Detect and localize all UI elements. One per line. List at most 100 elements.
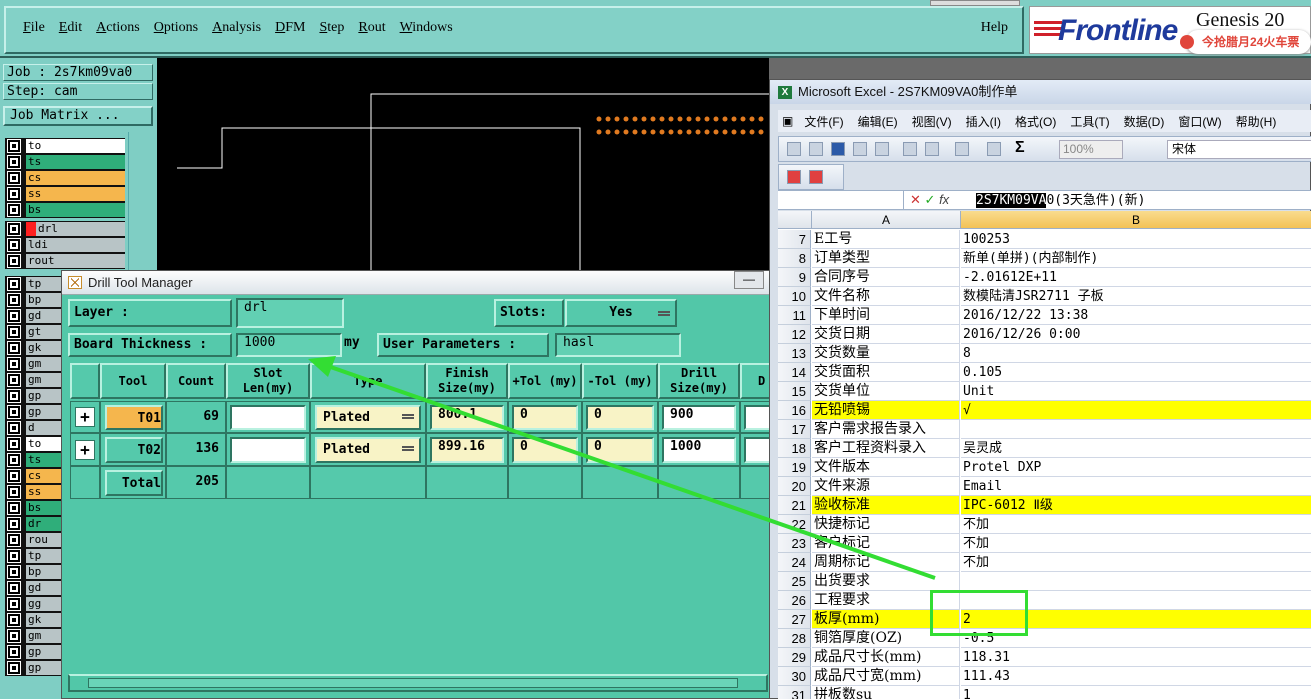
- excel-menu-window[interactable]: 窗口(W): [1171, 113, 1228, 130]
- layer-checkbox[interactable]: [7, 373, 21, 387]
- layer-checkbox[interactable]: [7, 254, 21, 268]
- cell-a[interactable]: 快捷标记: [812, 515, 960, 534]
- excel-menu-edit[interactable]: 编辑(E): [851, 113, 905, 130]
- spelling-icon[interactable]: [955, 142, 969, 156]
- layer-row[interactable]: gd: [5, 580, 61, 596]
- cell-b[interactable]: Email: [961, 477, 1311, 496]
- cell-b[interactable]: 不加: [961, 534, 1311, 553]
- menu-rout[interactable]: Rout: [351, 20, 392, 36]
- layer-checkbox[interactable]: [7, 517, 21, 531]
- layer-checkbox[interactable]: [7, 187, 21, 201]
- menu-options[interactable]: Options: [147, 20, 205, 36]
- header-type[interactable]: Type: [310, 363, 426, 399]
- layer-checkbox[interactable]: [7, 139, 21, 153]
- type-select[interactable]: Plated: [315, 405, 421, 430]
- permission-icon[interactable]: [853, 142, 867, 156]
- row-header[interactable]: 31: [778, 686, 811, 699]
- menu-actions[interactable]: Actions: [89, 20, 147, 36]
- layer-row[interactable]: gk: [5, 612, 61, 628]
- print-preview-icon[interactable]: [925, 142, 939, 156]
- select-all-corner[interactable]: [778, 211, 812, 229]
- cell-a[interactable]: 客户工程资料录入: [812, 439, 960, 458]
- menu-help[interactable]: Help: [981, 20, 1008, 36]
- column-header-b[interactable]: B: [961, 211, 1311, 229]
- layer-row[interactable]: gm: [5, 356, 61, 372]
- row-header[interactable]: 19: [778, 458, 811, 477]
- cell-a[interactable]: 成品尺寸长(mm): [812, 648, 960, 667]
- row-header[interactable]: 14: [778, 363, 811, 382]
- print-icon[interactable]: [903, 142, 917, 156]
- layer-checkbox[interactable]: [7, 645, 21, 659]
- layer-checkbox[interactable]: [7, 437, 21, 451]
- cell-b[interactable]: 数模陆清JSR2711 子板: [961, 287, 1311, 306]
- cell-a[interactable]: E工号: [812, 230, 960, 249]
- layer-checkbox[interactable]: [7, 155, 21, 169]
- row-header[interactable]: 25: [778, 572, 811, 591]
- layer-row[interactable]: gg: [5, 596, 61, 612]
- layer-row[interactable]: gp: [5, 644, 61, 660]
- minus-tol-input[interactable]: 0: [586, 437, 654, 463]
- cell-a[interactable]: 出货要求: [812, 572, 960, 591]
- layer-row[interactable]: dr: [5, 516, 61, 532]
- row-header[interactable]: 30: [778, 667, 811, 686]
- layer-checkbox[interactable]: [7, 357, 21, 371]
- layer-row[interactable]: bs: [5, 202, 125, 218]
- layer-checkbox[interactable]: [7, 661, 21, 675]
- layer-checkbox[interactable]: [7, 203, 21, 217]
- excel-menu-format[interactable]: 格式(O): [1008, 113, 1063, 130]
- menu-edit[interactable]: Edit: [52, 20, 89, 36]
- row-header[interactable]: 7: [778, 230, 811, 249]
- layer-checkbox[interactable]: [7, 421, 21, 435]
- layer-checkbox[interactable]: [7, 453, 21, 467]
- cell-b[interactable]: Protel DXP: [961, 458, 1311, 477]
- layer-row[interactable]: gk: [5, 340, 61, 356]
- layer-row[interactable]: drl: [5, 221, 125, 237]
- header-minus-tol[interactable]: -Tol (my): [582, 363, 658, 399]
- layer-checkbox[interactable]: [7, 549, 21, 563]
- layer-checkbox[interactable]: [7, 309, 21, 323]
- header-count[interactable]: Count: [166, 363, 226, 399]
- cancel-icon[interactable]: ✕: [910, 192, 921, 207]
- header-plus-tol[interactable]: +Tol (my): [508, 363, 582, 399]
- tool-button-t02[interactable]: T02: [105, 437, 163, 463]
- row-header[interactable]: 10: [778, 287, 811, 306]
- row-header[interactable]: 21: [778, 496, 811, 515]
- cell-b[interactable]: 100253: [961, 230, 1311, 249]
- menu-file[interactable]: File: [16, 20, 52, 36]
- cell-a[interactable]: 交货单位: [812, 382, 960, 401]
- cell-a[interactable]: 拼板数su: [812, 686, 960, 699]
- layer-row[interactable]: ldi: [5, 237, 125, 253]
- cell-a[interactable]: 验收标准: [812, 496, 960, 515]
- layer-row[interactable]: cs: [5, 170, 125, 186]
- fx-icon[interactable]: fx: [939, 192, 949, 207]
- layer-checkbox[interactable]: [7, 597, 21, 611]
- layer-scrollbar[interactable]: [128, 132, 154, 272]
- layer-row[interactable]: gt: [5, 324, 61, 340]
- layer-checkbox[interactable]: [7, 581, 21, 595]
- layer-row[interactable]: ts: [5, 154, 125, 170]
- cell-b[interactable]: [961, 572, 1311, 591]
- excel-menu-file[interactable]: 文件(F): [797, 113, 850, 130]
- row-header[interactable]: 11: [778, 306, 811, 325]
- finish-size-input[interactable]: 899.16: [430, 437, 504, 463]
- plus-tol-input[interactable]: 0: [512, 405, 578, 430]
- expand-plus-icon[interactable]: +: [75, 440, 95, 460]
- cell-b[interactable]: 1: [961, 686, 1311, 699]
- cell-b[interactable]: √: [961, 401, 1311, 420]
- cell-a[interactable]: 客户需求报告录入: [812, 420, 960, 439]
- row-header[interactable]: 13: [778, 344, 811, 363]
- layer-checkbox[interactable]: [7, 389, 21, 403]
- excel-menu-tools[interactable]: 工具(T): [1063, 113, 1116, 130]
- layer-row[interactable]: ts: [5, 452, 61, 468]
- row-header[interactable]: 15: [778, 382, 811, 401]
- excel-menu-insert[interactable]: 插入(I): [959, 113, 1008, 130]
- drill-size-input[interactable]: 1000: [662, 437, 736, 463]
- layer-checkbox[interactable]: [7, 238, 21, 252]
- layer-row[interactable]: bs: [5, 500, 61, 516]
- formula-input[interactable]: 2S7KM09VA0(3天急件)(新): [976, 191, 1145, 210]
- layer-row[interactable]: rou: [5, 532, 61, 548]
- email-icon[interactable]: [875, 142, 889, 156]
- finish-size-input[interactable]: 800.1: [430, 405, 504, 430]
- tool-button-t01[interactable]: T01: [105, 405, 163, 430]
- row-header[interactable]: 23: [778, 534, 811, 553]
